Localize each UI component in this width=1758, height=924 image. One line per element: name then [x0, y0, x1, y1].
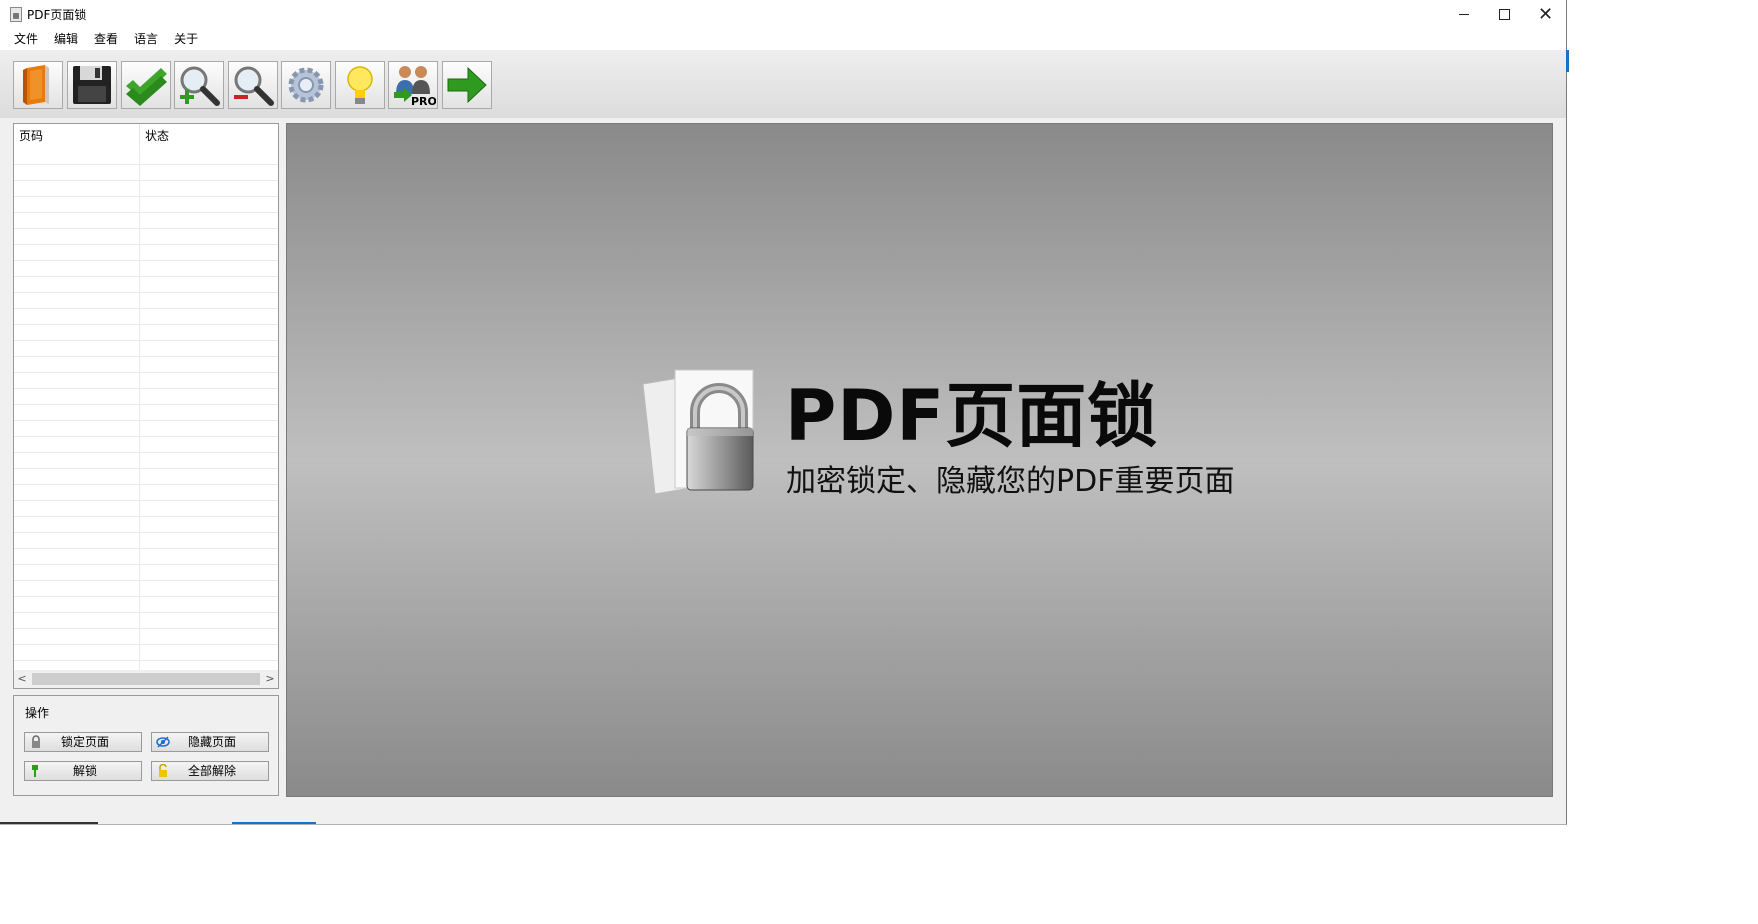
hide-page-button[interactable]: 隐藏页面	[151, 732, 269, 752]
preview-area: PDF页面锁 加密锁定、隐藏您的PDF重要页面	[286, 123, 1553, 797]
tips-button[interactable]	[335, 61, 385, 109]
zoom-out-button[interactable]	[228, 61, 278, 109]
lock-page-button[interactable]: 锁定页面	[24, 732, 142, 752]
lock-icon	[32, 735, 40, 748]
taskbar-active-indicator	[232, 822, 316, 824]
save-disk-icon	[73, 66, 111, 104]
side-accent	[1566, 50, 1569, 72]
menu-about[interactable]: 关于	[166, 29, 206, 49]
settings-button[interactable]	[281, 61, 331, 109]
minimize-button[interactable]	[1443, 0, 1484, 28]
zoom-in-button[interactable]	[174, 61, 224, 109]
open-book-icon	[23, 65, 49, 105]
menu-edit[interactable]: 编辑	[46, 29, 86, 49]
check-button[interactable]	[121, 61, 171, 109]
settings-gear-icon	[288, 67, 324, 103]
save-button[interactable]	[67, 61, 117, 109]
taskbar-indicator	[0, 822, 98, 824]
unlock-button[interactable]: 解锁	[24, 761, 142, 781]
pro-upgrade-icon: PRO	[394, 66, 436, 108]
zoom-in-icon	[180, 66, 220, 106]
app-window: PDF页面锁 ✕ 文件 编辑 查看 语言 关于 PRO 页码 状态 < > 操作…	[0, 0, 1567, 825]
unlock-all-button[interactable]: 全部解除	[151, 761, 269, 781]
unlock-all-label: 全部解除	[187, 764, 236, 778]
app-lock-icon	[8, 7, 22, 22]
hide-eye-icon	[156, 736, 170, 748]
lightbulb-icon	[347, 66, 373, 104]
exit-button[interactable]	[442, 61, 492, 109]
exit-arrow-icon	[447, 66, 487, 104]
window-controls: ✕	[1443, 0, 1566, 28]
menu-language[interactable]: 语言	[126, 29, 166, 49]
column-status[interactable]: 状态	[140, 124, 278, 149]
column-page-number[interactable]: 页码	[14, 124, 140, 149]
close-button[interactable]: ✕	[1525, 0, 1566, 28]
zoom-out-icon	[234, 66, 274, 106]
double-check-icon	[126, 68, 167, 106]
lock-page-label: 锁定页面	[60, 735, 109, 749]
document-padlock-logo-icon	[642, 369, 754, 495]
list-header: 页码 状态	[14, 124, 278, 149]
scroll-right-icon[interactable]: >	[262, 670, 278, 688]
toolbar: PRO	[0, 50, 1566, 118]
operations-panel: 操作 锁定页面 隐藏页面 解锁 全部解除	[13, 695, 279, 796]
scroll-thumb[interactable]	[32, 673, 260, 685]
title-bar: PDF页面锁 ✕	[0, 0, 1566, 28]
open-button[interactable]	[13, 61, 63, 109]
open-padlock-icon	[159, 764, 167, 777]
unlock-key-icon	[32, 765, 38, 777]
operations-title: 操作	[25, 706, 50, 720]
preview-subtitle: 加密锁定、隐藏您的PDF重要页面	[786, 464, 1235, 499]
pro-label: PRO	[411, 95, 436, 108]
maximize-button[interactable]	[1484, 0, 1525, 28]
menu-view[interactable]: 查看	[86, 29, 126, 49]
pro-upgrade-button[interactable]: PRO	[388, 61, 438, 109]
hide-page-label: 隐藏页面	[187, 735, 236, 749]
window-title: PDF页面锁	[27, 7, 87, 22]
page-list[interactable]: 页码 状态 < >	[13, 123, 279, 689]
unlock-label: 解锁	[72, 764, 97, 778]
scroll-left-icon[interactable]: <	[14, 670, 30, 688]
menu-bar: 文件 编辑 查看 语言 关于	[0, 28, 1566, 50]
horizontal-scrollbar[interactable]: < >	[14, 670, 278, 688]
menu-file[interactable]: 文件	[6, 29, 46, 49]
preview-title: PDF页面锁	[785, 375, 1159, 457]
list-rows[interactable]	[14, 149, 278, 671]
